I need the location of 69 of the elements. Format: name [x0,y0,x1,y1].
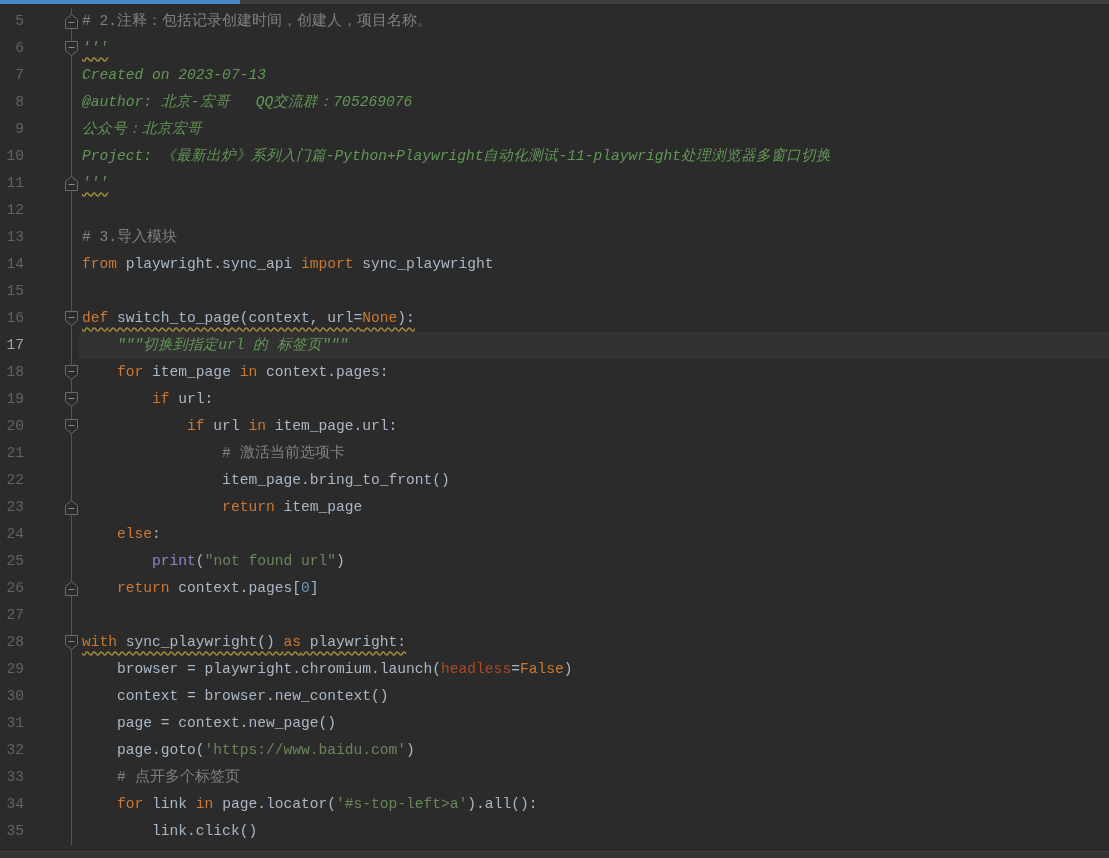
line-number: 32 [5,740,24,760]
code-line: ''' [82,38,109,58]
line-number: 11 [5,173,24,193]
fold-icon[interactable] [65,419,78,434]
code-line: for item_page in context.pages: [116,362,389,382]
line-number: 6 [14,38,24,58]
line-number: 20 [5,416,24,436]
code-line: link.click() [151,821,258,841]
code-line: return context.pages[0] [116,578,319,598]
line-number: 5 [14,11,24,31]
line-number: 34 [5,794,24,814]
code-line: print("not found url") [151,551,345,571]
code-line: item_page.bring_to_front() [221,470,450,490]
code-line: ''' [82,173,109,193]
fold-icon[interactable] [65,581,78,596]
code-line: # 2.注释：包括记录创建时间，创建人，项目名称。 [82,11,433,31]
fold-icon[interactable] [65,365,78,380]
line-number: 28 [5,632,24,652]
fold-icon[interactable] [65,311,78,326]
line-number: 33 [5,767,24,787]
code-line: Project: 《最新出炉》系列入门篇-Python+Playwright自动化测试-11-playwright处理浏览器多窗口切换 [82,146,832,166]
code-line: context = browser.new_context() [116,686,389,706]
code-line: # 3.导入模块 [82,227,178,247]
code-line: page.goto('https://www.baidu.com') [116,740,415,760]
line-number: 27 [5,605,24,625]
code-line: # 点开多个标签页 [116,767,240,787]
line-number: 21 [5,443,24,463]
fold-icon[interactable] [65,500,78,515]
code-line: 公众号：北京宏哥 [82,119,202,139]
line-number: 22 [5,470,24,490]
code-line: Created on 2023-07-13 [82,65,266,85]
line-number: 8 [14,92,24,112]
code-line: page = context.new_page() [116,713,336,733]
line-number: 24 [5,524,24,544]
code-line: # 激活当前选项卡 [221,443,345,463]
line-number: 17 [5,335,24,355]
line-number: 30 [5,686,24,706]
code-line: browser = playwright.chromium.launch(headless=False) [116,659,573,679]
code-line: if url in item_page.url: [186,416,398,436]
fold-icon[interactable] [65,14,78,29]
line-number: 9 [14,119,24,139]
fold-icon[interactable] [65,635,78,650]
code-line: def switch_to_page(context, url=None): [82,308,415,328]
code-line: with sync_playwright() as playwright: [82,632,407,652]
line-number: 35 [5,821,24,841]
line-number: 19 [5,389,24,409]
line-number: 7 [14,65,24,85]
fold-icon[interactable] [65,41,78,56]
line-number: 31 [5,713,24,733]
line-number: 14 [5,254,24,274]
line-number: 15 [5,281,24,301]
fold-icon[interactable] [65,176,78,191]
line-number: 13 [5,227,24,247]
code-line: for link in page.locator('#s-top-left>a').all(): [116,794,538,814]
line-number: 12 [5,200,24,220]
line-number: 16 [5,308,24,328]
code-line: from playwright.sync_api import sync_playwright [82,254,494,274]
code-line: """切换到指定url 的 标签页""" [116,335,349,355]
code-line: if url: [151,389,214,409]
line-number: 23 [5,497,24,517]
line-number: 26 [5,578,24,598]
line-number: 25 [5,551,24,571]
line-number: 18 [5,362,24,382]
code-line: return item_page [221,497,363,517]
code-line: else: [116,524,161,544]
fold-icon[interactable] [65,392,78,407]
line-number: 10 [5,146,24,166]
code-line: @author: 北京-宏哥 QQ交流群：705269076 [82,92,413,112]
line-number: 29 [5,659,24,679]
